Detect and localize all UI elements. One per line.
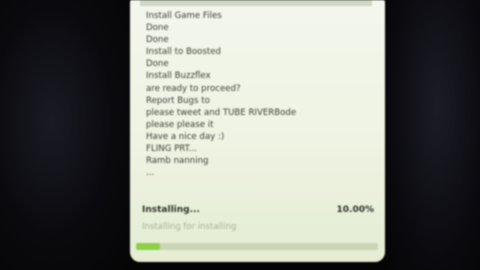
progress-bar <box>136 243 378 250</box>
log-line: are ready to proceed? <box>146 83 241 94</box>
install-log: Install Game Files Done Done Install to … <box>146 10 376 179</box>
log-line: FLING PRT... <box>146 144 198 155</box>
log-line: Install Buzzflex <box>146 71 211 82</box>
status-sub-label: Installing for installing <box>142 222 237 232</box>
log-line: Install Game Files <box>146 11 222 21</box>
log-line: please tweet and TUBE RIVERBode <box>146 107 297 118</box>
progress-fill <box>136 243 161 250</box>
log-line: Have a nice day :) <box>146 131 225 142</box>
status-label: Installing... <box>142 205 200 215</box>
log-line: Done <box>146 59 169 70</box>
title-bar <box>140 0 372 6</box>
progress-percent: 10.00% <box>336 205 375 215</box>
log-line: Done <box>146 23 169 34</box>
device-bezel-right <box>385 0 480 270</box>
log-line: Ramb nanning <box>146 156 209 167</box>
device-bezel-left <box>0 0 130 270</box>
log-line: Done <box>146 35 169 46</box>
installer-screen: Install Game Files Done Done Install to … <box>130 0 385 262</box>
log-line: Install to Boosted <box>146 47 221 58</box>
status-row: Installing... 10.00% <box>140 205 380 221</box>
log-line: Report Bugs to <box>146 95 210 106</box>
log-line: please please it <box>146 119 214 130</box>
log-line: ... <box>146 168 155 179</box>
